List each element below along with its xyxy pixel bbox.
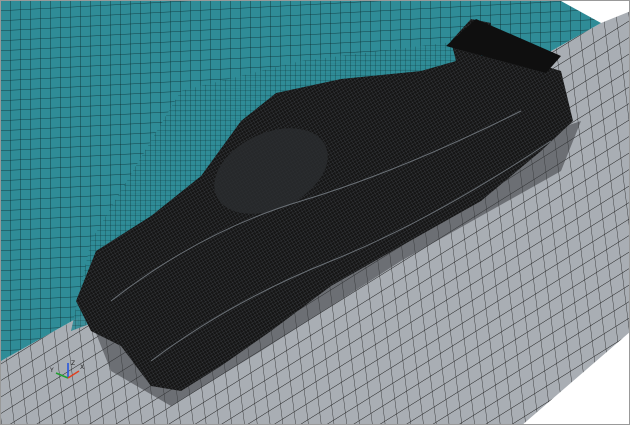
axis-y-label: Y (49, 367, 54, 374)
axis-x-label: X (80, 364, 84, 371)
mesh-render: Z Y X (1, 1, 629, 424)
axis-z-label: Z (71, 360, 75, 367)
mesh-viewport[interactable]: Z Y X (0, 0, 630, 425)
